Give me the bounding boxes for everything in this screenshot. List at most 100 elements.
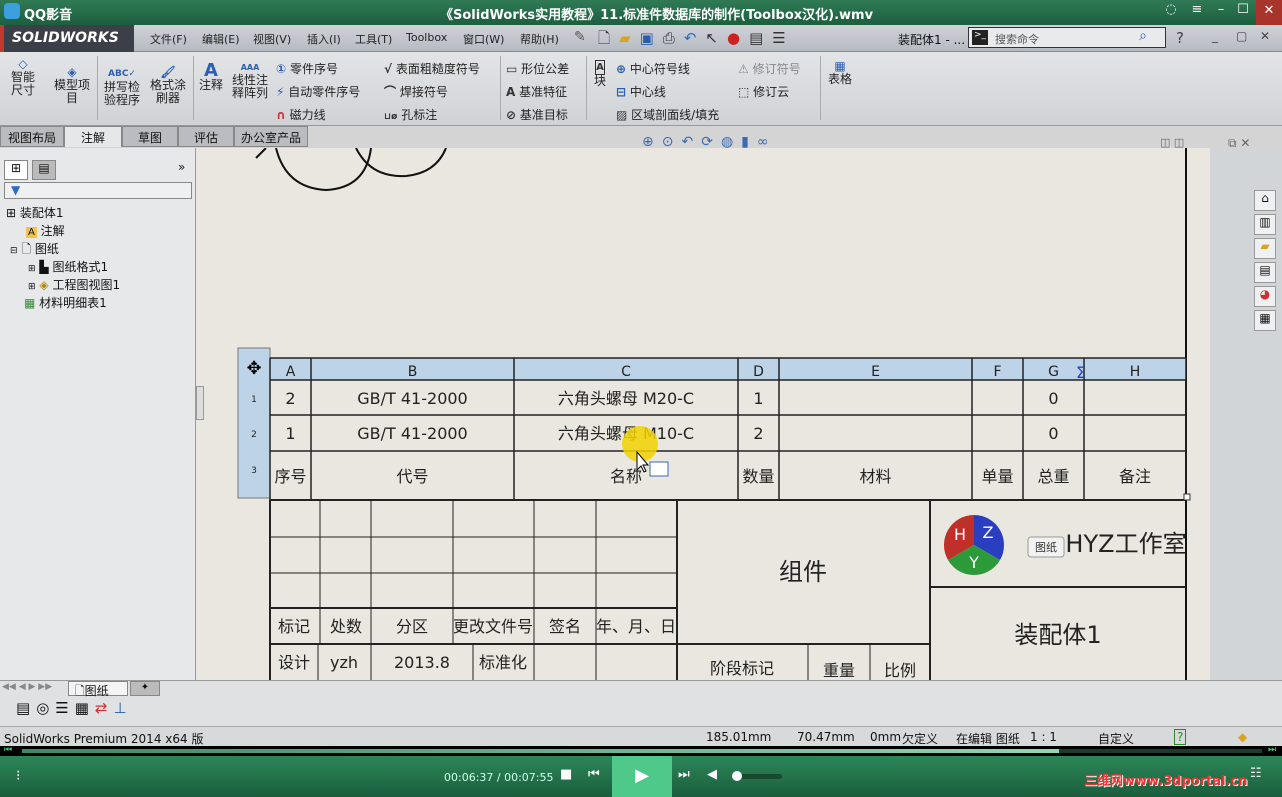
expand-icon[interactable]: ⊞: [28, 264, 36, 274]
playlist-icon[interactable]: ☷: [1250, 766, 1262, 781]
close-button[interactable]: ✕: [1256, 0, 1282, 25]
table-cell[interactable]: 六角头螺母 M20-C: [558, 389, 694, 408]
home-icon[interactable]: ⌂: [1254, 190, 1276, 211]
table-cell[interactable]: GB/T 41-2000: [357, 424, 467, 443]
revision-symbol-button[interactable]: ⚠ 修订符号: [738, 58, 801, 81]
doc-close-button[interactable]: ✕: [1260, 29, 1270, 43]
tab-view-layout[interactable]: 视图布局: [0, 126, 64, 147]
column-header[interactable]: B: [408, 364, 418, 380]
table-cell[interactable]: 1: [285, 424, 295, 443]
tab-annotation[interactable]: 注解: [64, 126, 122, 147]
menu-toolbox[interactable]: Toolbox: [406, 31, 447, 44]
auto-balloon-button[interactable]: ⚡ 自动零件序号: [276, 81, 360, 104]
center-mark-button[interactable]: ⊕ 中心符号线: [616, 58, 719, 81]
sheet-tab[interactable]: 🗋图纸: [68, 681, 128, 698]
magnetic-line-button[interactable]: ∩ 磁力线: [276, 104, 360, 127]
column-header[interactable]: F: [993, 364, 1001, 380]
table-header-cell[interactable]: 备注: [1119, 467, 1151, 486]
line-style-icon[interactable]: ▦: [75, 699, 95, 717]
spell-checker-button[interactable]: ABC✓ 拼写检验程序: [102, 66, 142, 107]
rebuild-icon[interactable]: ●: [727, 29, 749, 47]
table-cell[interactable]: 1: [753, 389, 763, 408]
chat-icon[interactable]: ◌: [1160, 2, 1182, 22]
custom-properties-icon[interactable]: ▦: [1254, 310, 1276, 331]
volume-slider[interactable]: [732, 771, 782, 781]
minimize-button[interactable]: –: [1210, 2, 1232, 22]
expand-icon[interactable]: ⊞: [28, 282, 36, 292]
tag-icon[interactable]: ◆: [1238, 730, 1247, 744]
weld-symbol-button[interactable]: ⌒ 焊接符号: [384, 81, 480, 104]
play-button[interactable]: ▶: [612, 756, 672, 797]
menu-insert[interactable]: 插入(I): [307, 31, 341, 47]
doc-minimize-button[interactable]: _: [1212, 29, 1218, 43]
layer-icon[interactable]: ▤: [16, 699, 36, 717]
seek-forward-icon[interactable]: ⏭: [1268, 745, 1276, 755]
file-properties-icon[interactable]: ▤: [749, 29, 772, 47]
doc-restore-button[interactable]: ▢: [1236, 29, 1247, 43]
tree-item-sheet-format[interactable]: ⊞ ▙ 图纸格式1: [28, 258, 108, 275]
column-header[interactable]: D: [753, 364, 764, 380]
row-number[interactable]: 3: [251, 466, 257, 476]
search-icon[interactable]: ⌕: [1139, 28, 1147, 44]
area-hatch-button[interactable]: ▨ 区域剖面线/填充: [616, 104, 719, 127]
options-icon[interactable]: ☰: [772, 29, 794, 47]
tab-office-products[interactable]: 办公室产品: [234, 126, 308, 147]
open-icon[interactable]: ▰: [619, 29, 640, 47]
column-header[interactable]: G: [1048, 364, 1059, 380]
column-header[interactable]: H: [1130, 364, 1141, 380]
table-header-cell[interactable]: 代号: [396, 467, 428, 486]
table-header-cell[interactable]: 材料: [859, 467, 891, 486]
tree-item-drawing-view[interactable]: ⊞ ◈ 工程图视图1: [28, 276, 120, 293]
model-items-button[interactable]: ◈ 模型项目: [52, 66, 92, 105]
help-icon[interactable]: ?: [1176, 29, 1184, 47]
menu-file[interactable]: 文件(F): [150, 31, 187, 47]
add-sheet-icon[interactable]: ✦: [130, 681, 160, 696]
design-library-icon[interactable]: ▥: [1254, 214, 1276, 235]
datum-target-button[interactable]: ⊘ 基准目标: [506, 104, 569, 127]
tab-evaluate[interactable]: 评估: [178, 126, 234, 147]
menu-edit[interactable]: 编辑(E): [202, 31, 240, 47]
table-cell[interactable]: 2: [753, 424, 763, 443]
previous-button[interactable]: ⏮: [588, 767, 600, 782]
new-icon[interactable]: 🗋: [598, 29, 619, 47]
column-header[interactable]: A: [286, 364, 296, 380]
menu-icon[interactable]: ≡: [1186, 2, 1208, 22]
view-palette-icon[interactable]: ▤: [1254, 262, 1276, 283]
note-button[interactable]: A 注释: [196, 62, 226, 92]
pin-icon[interactable]: ✎: [574, 29, 586, 45]
column-header[interactable]: C: [621, 364, 631, 380]
table-header-cell[interactable]: 单量: [981, 467, 1013, 486]
footprint-icon[interactable]: ⁝: [16, 768, 20, 784]
line-thickness-icon[interactable]: ☰: [55, 699, 74, 717]
hole-callout-button[interactable]: ⊔ø 孔标注: [384, 104, 480, 129]
select-icon[interactable]: ↖: [705, 29, 727, 47]
resize-handle[interactable]: [1183, 493, 1191, 501]
save-icon[interactable]: ▣: [640, 29, 663, 47]
help-icon[interactable]: ?: [1174, 729, 1187, 745]
table-header-cell[interactable]: 总重: [1037, 467, 1069, 486]
row-number[interactable]: 1: [251, 395, 257, 405]
linear-note-pattern-button[interactable]: AAA 线性注释阵列: [230, 60, 270, 100]
table-header-cell[interactable]: 数量: [742, 467, 774, 486]
video-progress-bar[interactable]: ⏮ ⏭: [0, 745, 1282, 756]
feature-tree-tab-icon[interactable]: ⊞: [4, 160, 28, 180]
table-button[interactable]: ▦ 表格: [826, 60, 854, 86]
line-color-icon[interactable]: ⇄: [95, 699, 114, 717]
expand-icon[interactable]: »: [178, 160, 185, 174]
units-selector[interactable]: 自定义: [1098, 730, 1134, 747]
tab-sketch[interactable]: 草图: [122, 126, 178, 147]
appearances-icon[interactable]: ◕: [1254, 286, 1276, 307]
datum-feature-button[interactable]: A 基准特征: [506, 81, 569, 104]
search-commands-input[interactable]: >_ 搜索命令 ⌕: [968, 27, 1166, 48]
menu-window[interactable]: 窗口(W): [463, 31, 504, 47]
volume-icon[interactable]: ◀: [707, 767, 717, 782]
sheet-navigation-arrows[interactable]: ◀◀ ◀ ▶ ▶▶: [2, 682, 52, 692]
panel-collapse-handle[interactable]: [196, 386, 204, 420]
surface-finish-button[interactable]: √ 表面粗糙度符号: [384, 58, 480, 81]
layer-properties-icon[interactable]: ◎: [36, 699, 55, 717]
table-header-cell[interactable]: 序号: [274, 467, 306, 486]
menu-view[interactable]: 视图(V): [253, 31, 291, 47]
undo-icon[interactable]: ↶: [684, 29, 706, 47]
smart-dimension-button[interactable]: ◇ 智能尺寸: [6, 58, 40, 97]
table-cell[interactable]: 0: [1048, 424, 1058, 443]
